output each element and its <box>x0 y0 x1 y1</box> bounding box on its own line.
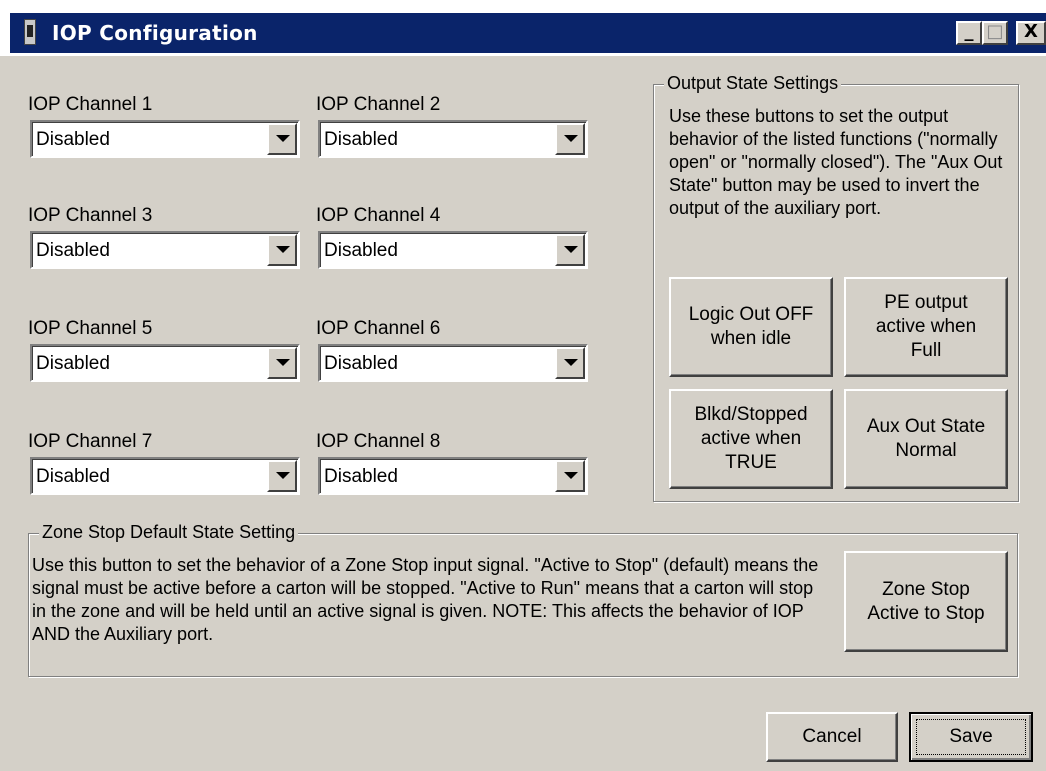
channel-5-label: IOP Channel 5 <box>28 318 153 339</box>
chevron-down-icon[interactable] <box>555 347 585 379</box>
pe-output-button[interactable]: PE output active when Full <box>844 277 1008 377</box>
channel-3-label: IOP Channel 3 <box>28 205 153 226</box>
channel-2-select[interactable]: Disabled <box>318 120 588 158</box>
channel-6-label: IOP Channel 6 <box>316 318 441 339</box>
aux-out-state-button[interactable]: Aux Out State Normal <box>844 389 1008 489</box>
channel-4-value: Disabled <box>324 240 398 261</box>
zone-stop-button[interactable]: Zone Stop Active to Stop <box>844 551 1008 652</box>
logic-out-button[interactable]: Logic Out OFF when idle <box>669 277 833 377</box>
chevron-down-icon[interactable] <box>267 347 297 379</box>
channel-2-value: Disabled <box>324 129 398 150</box>
channel-7-value: Disabled <box>36 466 110 487</box>
chevron-down-icon[interactable] <box>555 123 585 155</box>
channel-8-value: Disabled <box>324 466 398 487</box>
chevron-down-icon[interactable] <box>267 460 297 492</box>
chevron-down-icon[interactable] <box>267 123 297 155</box>
channel-1-value: Disabled <box>36 129 110 150</box>
channel-3-select[interactable]: Disabled <box>30 231 300 269</box>
channel-2-label: IOP Channel 2 <box>316 94 441 115</box>
blkd-stopped-button[interactable]: Blkd/Stopped active when TRUE <box>669 389 833 489</box>
title-bar-background[interactable]: IOP Configuration _ □ X <box>10 13 1046 53</box>
zone-stop-description: Use this button to set the behavior of a… <box>32 555 819 644</box>
output-state-description: Use these buttons to set the output beha… <box>669 106 1003 218</box>
channel-7-select[interactable]: Disabled <box>30 457 300 495</box>
channel-5-value: Disabled <box>36 353 110 374</box>
maximize-button[interactable]: □ <box>982 21 1008 45</box>
channel-7-label: IOP Channel 7 <box>28 431 153 452</box>
minimize-button[interactable]: _ <box>956 21 982 45</box>
zone-stop-legend: Zone Stop Default State Setting <box>39 522 299 543</box>
channel-5-select[interactable]: Disabled <box>30 344 300 382</box>
focus-ring <box>916 719 1026 755</box>
chevron-down-icon[interactable] <box>555 460 585 492</box>
channel-1-select[interactable]: Disabled <box>30 120 300 158</box>
title-bar[interactable]: IOP Configuration _ □ X <box>0 0 1046 56</box>
channel-6-select[interactable]: Disabled <box>318 344 588 382</box>
chevron-down-icon[interactable] <box>267 234 297 266</box>
channel-4-select[interactable]: Disabled <box>318 231 588 269</box>
chevron-down-icon[interactable] <box>555 234 585 266</box>
channel-3-value: Disabled <box>36 240 110 261</box>
app-icon <box>24 19 36 45</box>
close-button[interactable]: X <box>1016 21 1046 45</box>
channel-4-label: IOP Channel 4 <box>316 205 441 226</box>
channel-8-select[interactable]: Disabled <box>318 457 588 495</box>
output-state-legend: Output State Settings <box>664 73 842 94</box>
channel-8-label: IOP Channel 8 <box>316 431 441 452</box>
channel-6-value: Disabled <box>324 353 398 374</box>
channel-1-label: IOP Channel 1 <box>28 94 153 115</box>
save-button[interactable]: Save <box>909 712 1033 762</box>
window-title: IOP Configuration <box>52 21 258 45</box>
cancel-button[interactable]: Cancel <box>766 712 898 762</box>
